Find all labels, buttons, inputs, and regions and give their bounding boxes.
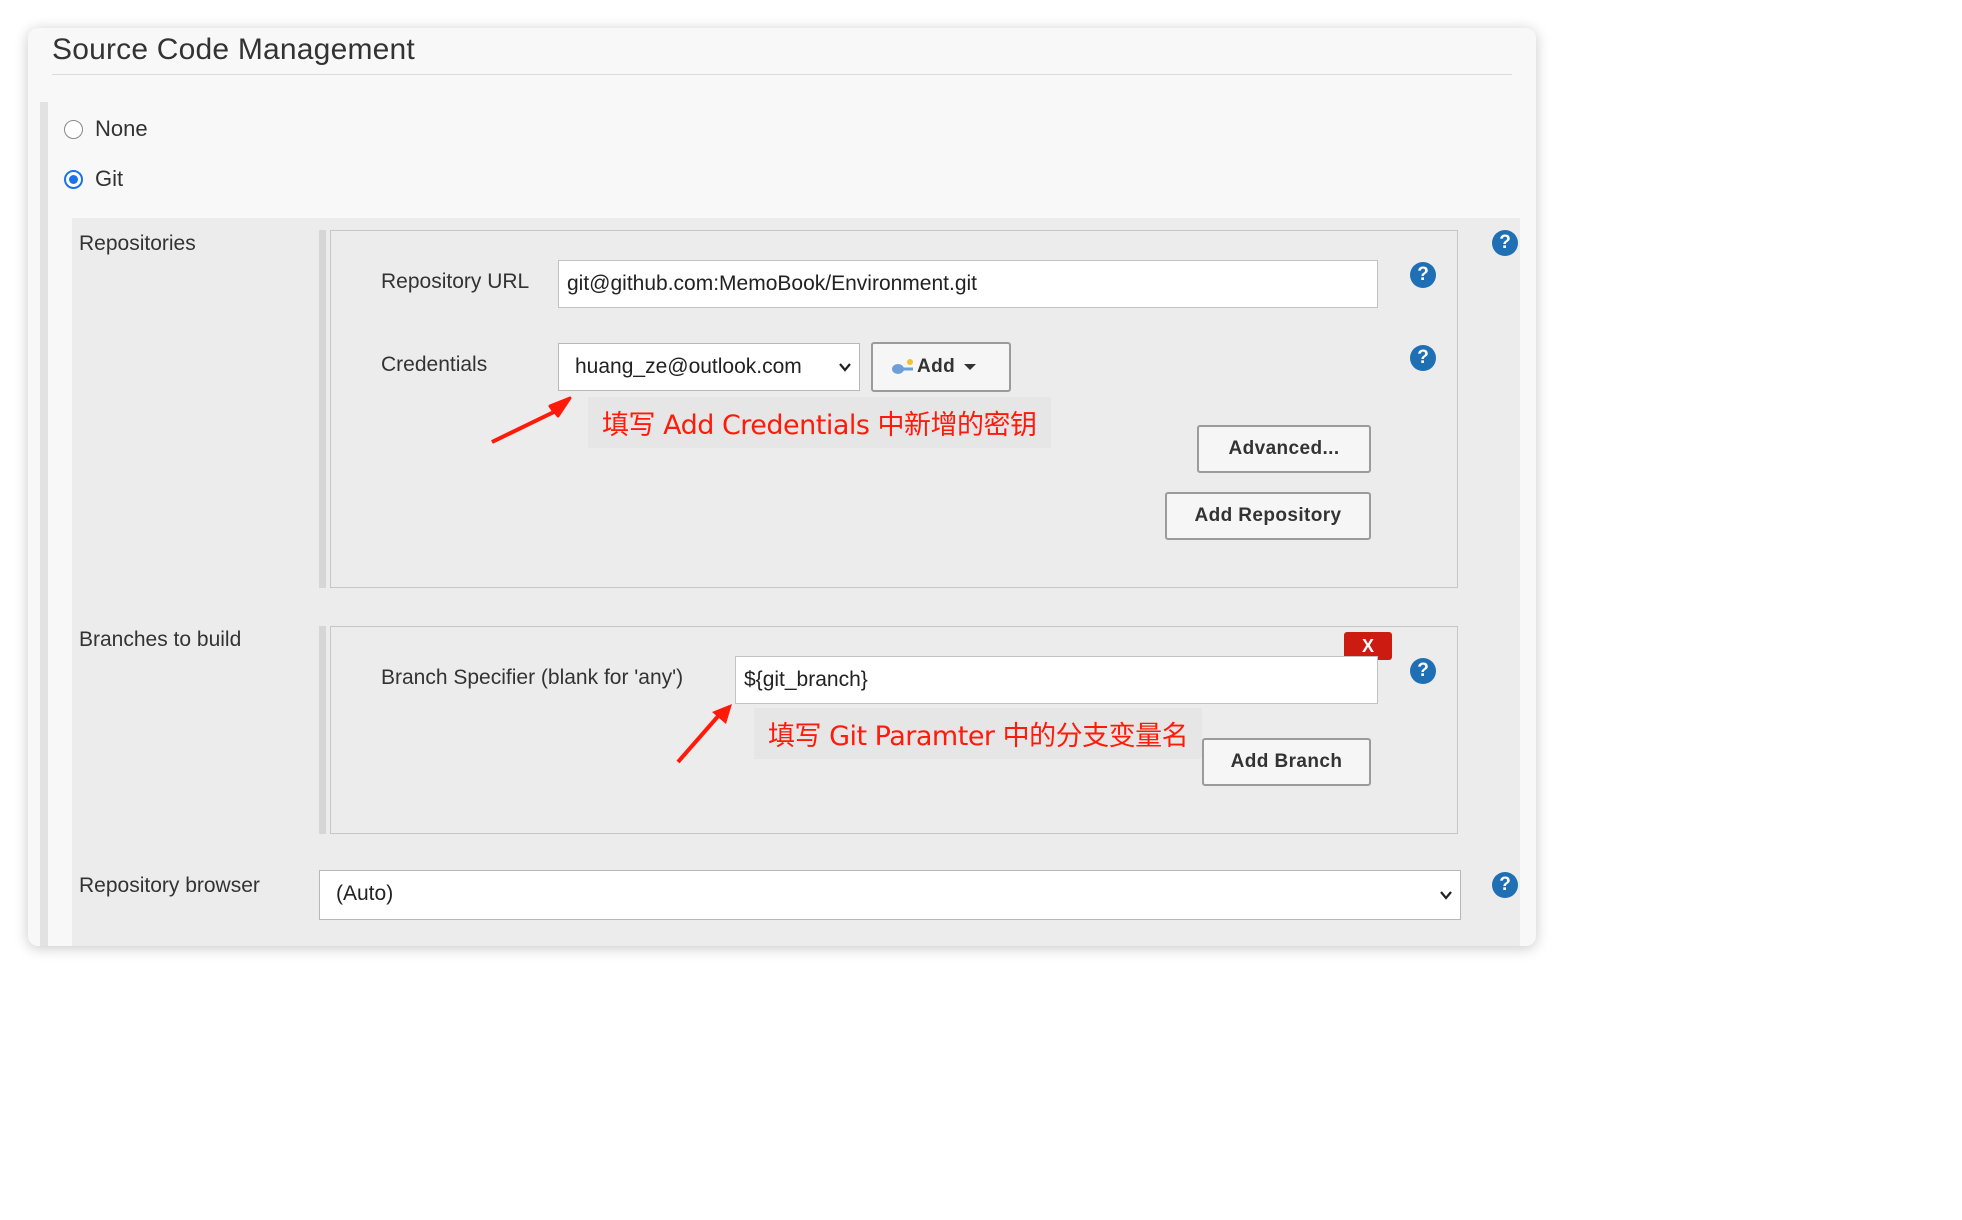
section-title: Source Code Management [52,33,415,66]
caret-down-icon [964,364,977,370]
credentials-select[interactable]: huang_ze@outlook.com [558,343,860,391]
repository-browser-value: (Auto) [336,882,394,905]
credentials-help-icon[interactable]: ? [1410,345,1436,371]
repository-url-input[interactable]: git@github.com:MemoBook/Environment.git [558,260,1378,308]
branches-indent-bar [319,626,326,834]
branch-specifier-label: Branch Specifier (blank for 'any') [381,666,684,689]
radio-git-label: Git [95,166,124,191]
radio-none[interactable] [64,119,83,139]
branch-specifier-input[interactable]: ${git_branch} [735,656,1378,704]
annotation-arrow-icon [491,396,572,444]
branch-specifier-help-icon[interactable]: ? [1410,658,1436,684]
title-divider [52,74,1512,75]
scm-panel: Source Code Management None Git Reposito… [28,28,1536,946]
branch-annotation: 填写 Git Paramter 中的分支变量名 [754,708,1203,759]
add-repository-button[interactable]: Add Repository [1165,492,1371,540]
annotation-arrow-icon [676,704,732,764]
credentials-select-value: huang_ze@outlook.com [575,355,802,378]
advanced-button[interactable]: Advanced... [1197,425,1371,473]
chevron-down-icon [839,363,851,372]
scm-option-git[interactable]: Git [64,166,123,192]
chevron-down-icon [1440,891,1452,900]
add-credentials-button[interactable]: Add [871,342,1011,392]
credentials-label: Credentials [381,353,488,376]
radio-none-label: None [95,116,148,141]
repository-browser-help-icon[interactable]: ? [1492,872,1518,898]
repository-browser-select[interactable]: (Auto) [319,870,1461,920]
key-icon [892,359,913,374]
add-credentials-label: Add [917,356,956,377]
repositories-label: Repositories [79,232,196,255]
section-indent-bar [40,102,48,946]
repository-browser-label: Repository browser [79,874,260,897]
radio-git[interactable] [64,169,83,189]
repositories-help-icon[interactable]: ? [1492,230,1518,256]
repositories-indent-bar [319,230,326,588]
repository-url-help-icon[interactable]: ? [1410,262,1436,288]
add-branch-button[interactable]: Add Branch [1202,738,1371,786]
branches-label: Branches to build [79,628,242,651]
credentials-annotation: 填写 Add Credentials 中新增的密钥 [588,397,1051,448]
repository-url-label: Repository URL [381,270,530,293]
scm-option-none[interactable]: None [64,116,148,142]
